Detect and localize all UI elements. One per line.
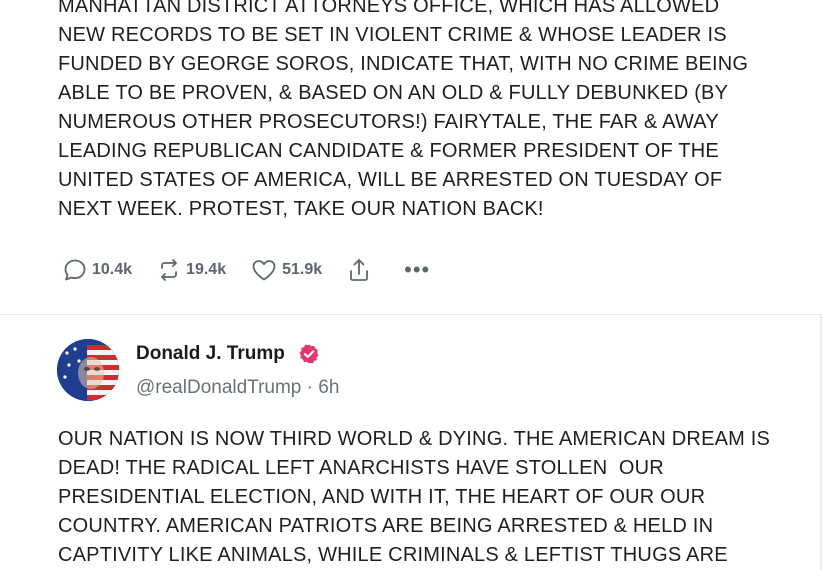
- post-text-line: LEADING REPUBLICAN CANDIDATE & FORMER PR…: [58, 140, 719, 162]
- post-text: OUR NATION IS NOW THIRD WORLD & DYING. T…: [58, 425, 798, 570]
- more-icon: •••: [404, 257, 431, 282]
- post-text-line: OUR NATION IS NOW THIRD WORLD & DYING. T…: [58, 428, 771, 450]
- post-text-line: FUNDED BY GEORGE SOROS, INDICATE THAT, W…: [58, 53, 749, 75]
- more-button[interactable]: •••: [396, 259, 430, 281]
- verified-badge-icon: [298, 343, 320, 365]
- post-text: MANHATTAN DISTRICT ATTORNEYS OFFICE, WHI…: [58, 0, 798, 224]
- post-time[interactable]: 6h: [318, 377, 339, 398]
- share-icon: [346, 256, 372, 284]
- post-text-line: NEXT WEEK. PROTEST, TAKE OUR NATION BACK…: [58, 198, 544, 220]
- post-text-line: NEW RECORDS TO BE SET IN VIOLENT CRIME &…: [58, 24, 727, 46]
- post-text-line: MANHATTAN DISTRICT ATTORNEYS OFFICE, WHI…: [58, 0, 720, 17]
- post-text-line: COUNTRY. AMERICAN PATRIOTS ARE BEING ARR…: [58, 515, 714, 537]
- like-button[interactable]: 51.9k: [250, 257, 322, 283]
- repost-icon: [156, 257, 182, 283]
- post-text-line: UNITED STATES OF AMERICA, WILL BE ARREST…: [58, 169, 723, 191]
- post-text-line: PRESIDENTIAL ELECTION, AND WITH IT, THE …: [58, 486, 706, 508]
- reply-count: 10.4k: [92, 261, 133, 278]
- post[interactable]: MANHATTAN DISTRICT ATTORNEYS OFFICE, WHI…: [0, 0, 822, 315]
- repost-button[interactable]: 19.4k: [156, 257, 226, 283]
- meta-separator: ·: [306, 377, 313, 398]
- like-count: 51.9k: [282, 261, 323, 278]
- author-handle[interactable]: @realDonaldTrump: [136, 377, 301, 398]
- avatar[interactable]: [57, 339, 119, 401]
- post-actions: 10.4k 19.4k 51.9k •••: [62, 256, 454, 284]
- post-text-line: DEAD! THE RADICAL LEFT ANARCHISTS HAVE S…: [58, 457, 664, 479]
- reply-button[interactable]: 10.4k: [62, 257, 132, 283]
- reply-icon: [62, 257, 88, 283]
- author-meta: @realDonaldTrump · 6h: [136, 377, 339, 399]
- post-text-line: NUMEROUS OTHER PROSECUTORS!) FAIRYTALE, …: [58, 111, 719, 133]
- feed: MANHATTAN DISTRICT ATTORNEYS OFFICE, WHI…: [0, 0, 822, 570]
- heart-icon: [250, 257, 278, 283]
- author-name[interactable]: Donald J. Trump: [136, 343, 285, 365]
- repost-count: 19.4k: [186, 261, 227, 278]
- post-text-line: CAPTIVITY LIKE ANIMALS, WHILE CRIMINALS …: [58, 544, 728, 566]
- post-text-line: ABLE TO BE PROVEN, & BASED ON AN OLD & F…: [58, 82, 729, 104]
- share-button[interactable]: [346, 256, 372, 284]
